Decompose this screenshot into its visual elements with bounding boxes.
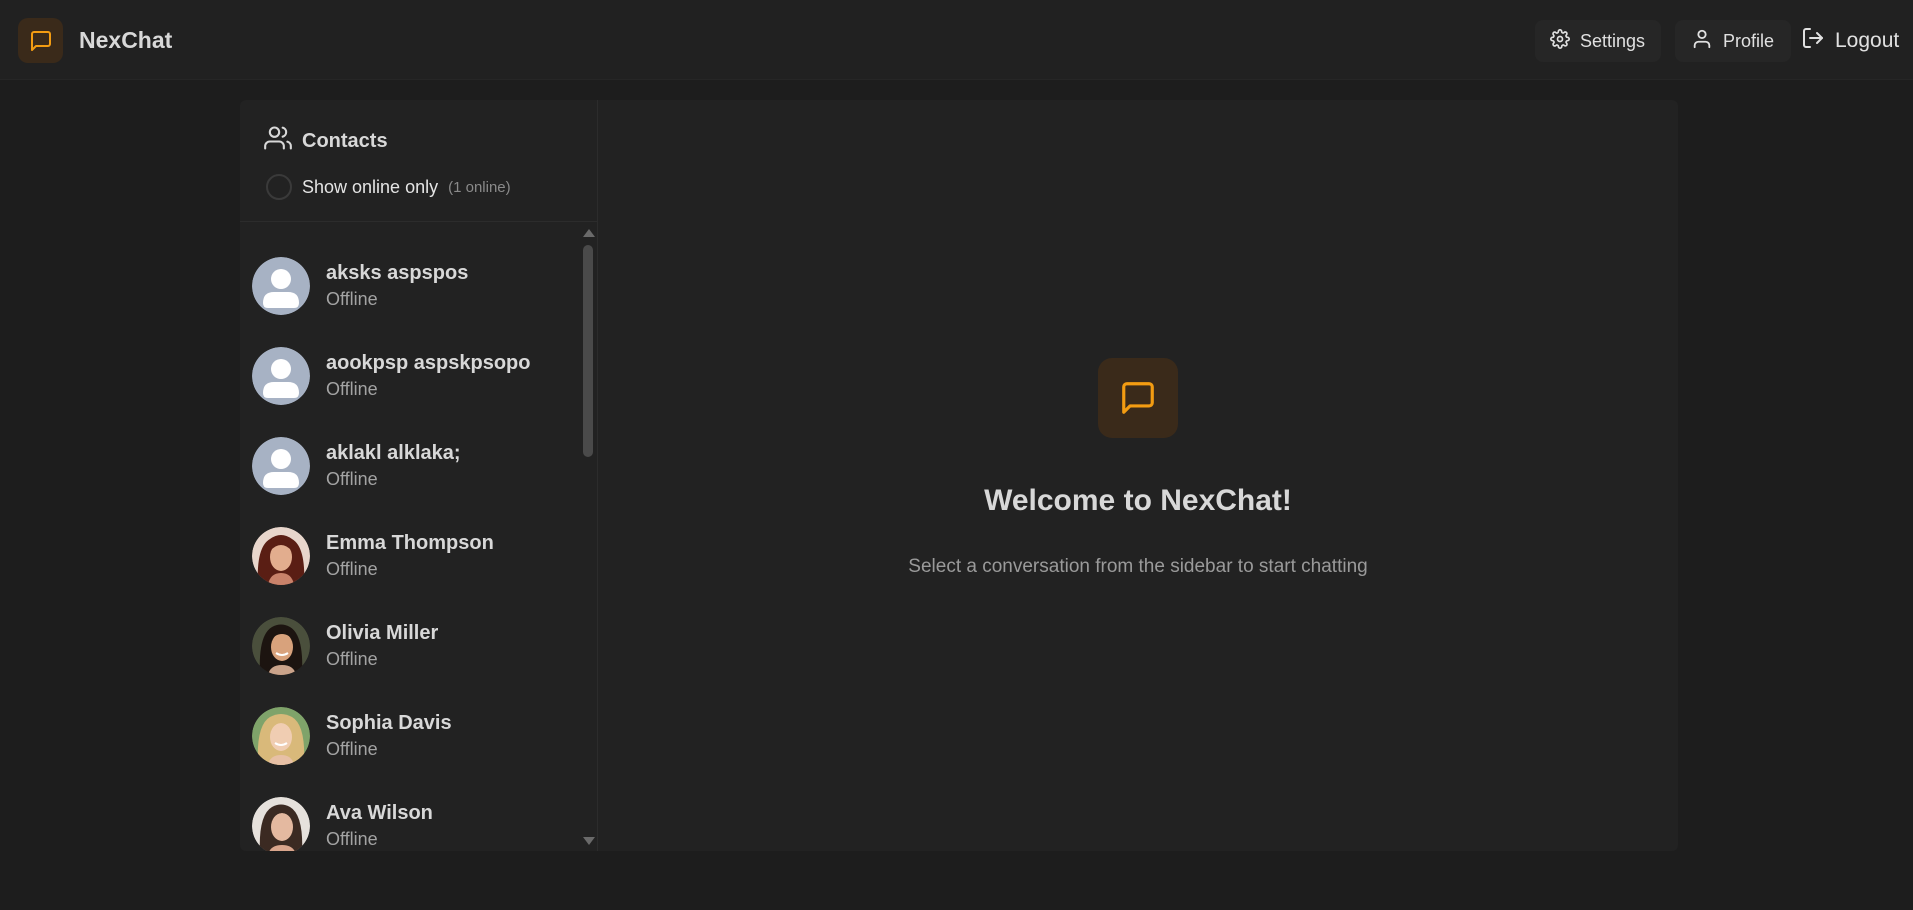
message-square-icon: [18, 18, 63, 63]
chat-panel: Contacts Show online only (1 online) aks…: [240, 100, 1678, 851]
app-name: NexChat: [79, 27, 173, 53]
contact-list: aksks aspspos Offline aookpsp aspskpsopo…: [240, 223, 598, 851]
contact-status: Offline: [326, 649, 378, 669]
contact-name: aookpsp aspskpsopo: [326, 352, 531, 374]
contacts-sidebar: Contacts Show online only (1 online) aks…: [240, 100, 598, 851]
avatar: [252, 257, 310, 315]
contact-name: aksks aspspos: [326, 262, 469, 284]
users-icon: [264, 124, 302, 158]
show-online-label[interactable]: Show online only: [302, 177, 438, 198]
contact-status: Offline: [326, 829, 378, 849]
contact-status: Offline: [326, 379, 378, 399]
sidebar-header: Contacts Show online only (1 online): [240, 100, 597, 222]
welcome-subtitle: Select a conversation from the sidebar t…: [908, 556, 1368, 577]
top-navbar: NexChat Settings Profile Logout: [0, 0, 1913, 80]
scroll-thumb[interactable]: [583, 245, 593, 457]
scroll-down-arrow-icon[interactable]: [583, 837, 595, 845]
avatar: [252, 527, 310, 585]
welcome-pane: Welcome to NexChat! Select a conversatio…: [598, 100, 1678, 851]
brand[interactable]: NexChat: [18, 18, 172, 63]
logout-label: Logout: [1835, 29, 1900, 52]
contacts-title: Contacts: [302, 129, 388, 152]
contact-status: Offline: [326, 469, 378, 489]
avatar: [252, 347, 310, 405]
contact-status: Offline: [326, 289, 378, 309]
user-icon: [1691, 28, 1723, 55]
nav-actions: Settings Profile Logout: [1535, 20, 1913, 62]
settings-button[interactable]: Settings: [1535, 20, 1661, 62]
scroll-up-arrow-icon[interactable]: [583, 229, 595, 237]
contact-item[interactable]: Ava Wilson Offline: [252, 793, 582, 851]
contact-name: aklakl alklaka;: [326, 442, 461, 464]
contact-item[interactable]: aklakl alklaka; Offline: [252, 433, 582, 499]
logout-icon: [1801, 26, 1835, 56]
contact-name: Olivia Miller: [326, 622, 439, 644]
settings-label: Settings: [1580, 30, 1646, 51]
contact-name: Ava Wilson: [326, 802, 433, 824]
avatar: [252, 617, 310, 675]
online-count: (1 online): [448, 178, 511, 196]
contact-item[interactable]: Olivia Miller Offline: [252, 613, 582, 679]
contact-name: Emma Thompson: [326, 532, 494, 554]
contact-item[interactable]: Sophia Davis Offline: [252, 703, 582, 769]
show-online-checkbox[interactable]: [266, 174, 292, 200]
profile-label: Profile: [1723, 30, 1775, 51]
profile-button[interactable]: Profile: [1675, 20, 1791, 62]
welcome-title: Welcome to NexChat!: [984, 484, 1292, 517]
contact-item[interactable]: Emma Thompson Offline: [252, 523, 582, 589]
logout-button[interactable]: Logout: [1801, 20, 1913, 62]
online-filter: Show online only (1 online): [266, 174, 597, 200]
avatar: [252, 437, 310, 495]
contact-list-scrollbar[interactable]: [580, 223, 596, 851]
avatar: [252, 797, 310, 851]
avatar: [252, 707, 310, 765]
contact-item[interactable]: aksks aspspos Offline: [252, 253, 582, 319]
contact-item[interactable]: aookpsp aspskpsopo Offline: [252, 343, 582, 409]
contact-name: Sophia Davis: [326, 712, 452, 734]
contact-status: Offline: [326, 559, 378, 579]
contact-status: Offline: [326, 739, 378, 759]
gear-icon: [1550, 28, 1580, 54]
contacts-heading: Contacts: [264, 124, 597, 158]
message-square-icon: [1098, 358, 1178, 438]
